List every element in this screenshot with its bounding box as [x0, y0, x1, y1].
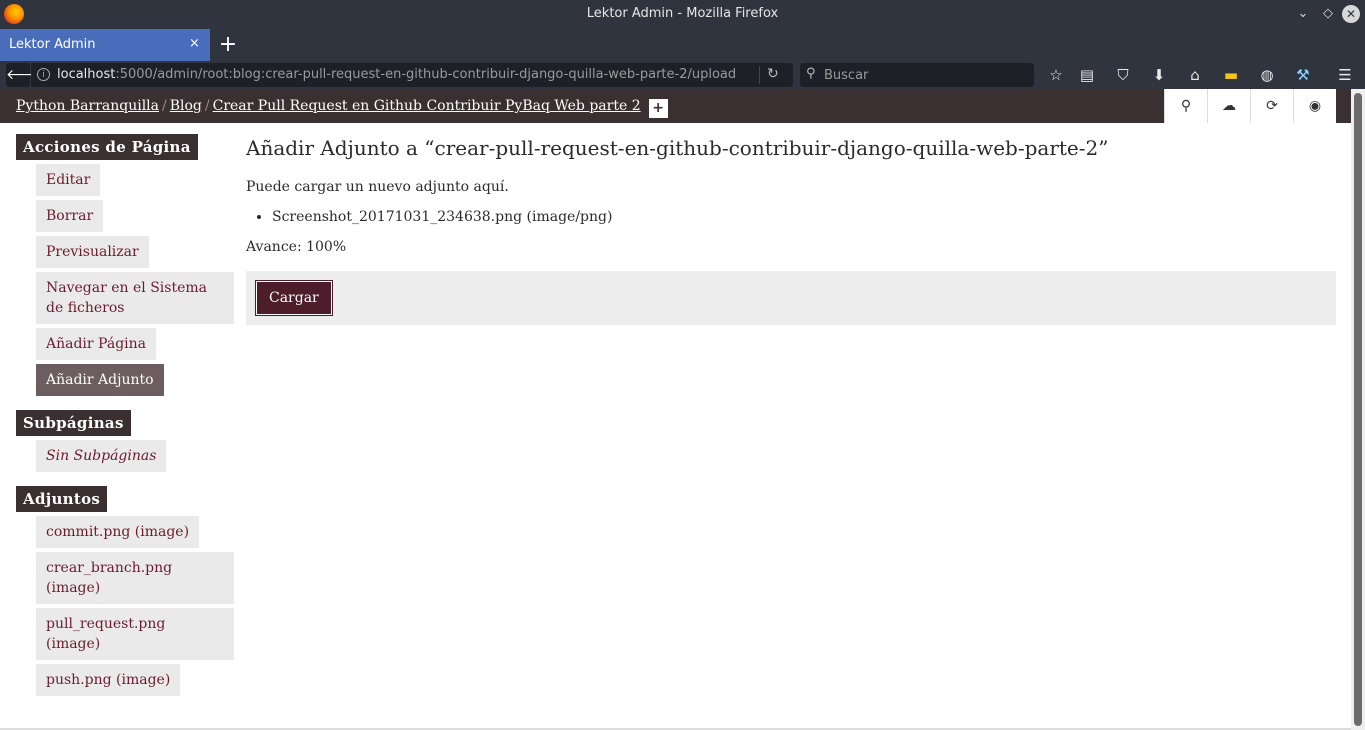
page-actions-list: Editar Borrar Previsualizar Navegar en e… [36, 164, 236, 396]
lektor-header: Python Barranquilla / Blog / Crear Pull Requ… [0, 89, 1351, 123]
pocket-icon[interactable]: ⛉ [1112, 65, 1134, 85]
search-input[interactable] [824, 66, 1024, 84]
search-icon: ⚲ [1180, 98, 1192, 114]
tools-icon[interactable]: ⚒ [1292, 65, 1314, 85]
section-title-subpages: Subpáginas [16, 410, 131, 436]
attachment-item[interactable]: crear_branch.png (image) [36, 552, 234, 604]
section-title-attachments: Adjuntos [16, 486, 108, 512]
subpages-section: Subpáginas Sin Subpáginas [16, 410, 236, 472]
search-button[interactable]: ⚲ [1164, 89, 1207, 123]
url-separator [759, 66, 760, 84]
window-titlebar: Lektor Admin - Mozilla Firefox ⌄ ◇ ✕ [0, 0, 1365, 29]
breadcrumb-separator: / [204, 98, 210, 114]
section-title-page-actions: Acciones de Página [16, 134, 198, 160]
download-icon[interactable]: ⬇ [1148, 65, 1170, 85]
breadcrumb-item-home[interactable]: Python Barranquilla [16, 98, 159, 114]
main-content: Añadir Adjunto a “crear-pull-request-en-… [246, 134, 1336, 325]
attachments-section: Adjuntos commit.png (image) crear_branch… [16, 486, 236, 696]
tab-strip: Lektor Admin × + [0, 29, 1365, 61]
cloud-upload-icon: ☁ [1222, 98, 1236, 114]
page-actions-section: Acciones de Página Editar Borrar Previsu… [16, 134, 236, 396]
breadcrumb-separator: / [162, 98, 167, 114]
attachment-item[interactable]: pull_request.png (image) [36, 608, 234, 660]
maximize-icon[interactable]: ◇ [1319, 5, 1337, 23]
close-window-icon[interactable]: ✕ [1342, 5, 1360, 23]
info-icon[interactable]: i [37, 68, 50, 81]
scrollbar-thumb[interactable] [1354, 93, 1362, 726]
upload-description: Puede cargar un nuevo adjunto aquí. [246, 179, 509, 195]
sidebar-item-delete[interactable]: Borrar [36, 200, 104, 232]
refresh-icon: ⟳ [1266, 98, 1278, 114]
url-text[interactable]: localhost:5000/admin/root:blog:crear-pul… [57, 67, 736, 82]
subpages-empty: Sin Subpáginas [36, 440, 167, 472]
breadcrumb: Python Barranquilla / Blog / Crear Pull Requ… [16, 98, 668, 118]
search-icon: ⚲ [806, 66, 816, 81]
breadcrumb-item-post[interactable]: Crear Pull Request en Github Contribuir … [213, 98, 641, 114]
refresh-button[interactable]: ⟳ [1250, 89, 1293, 123]
publish-button[interactable]: ☁ [1207, 89, 1250, 123]
tab-label: Lektor Admin [9, 37, 96, 52]
back-arrow-icon[interactable]: 🡐 [6, 63, 44, 87]
navigation-toolbar: 🡐 i localhost:5000/admin/root:blog:crear… [0, 61, 1365, 89]
page-scrollbar[interactable] [1351, 89, 1365, 730]
upload-progress: Avance: 100% [246, 239, 347, 255]
menu-icon[interactable]: ☰ [1334, 65, 1356, 85]
add-page-button[interactable]: + [648, 99, 668, 118]
sidebar-item-browse-fs[interactable]: Navegar en el Sistema de ficheros [36, 272, 234, 324]
upload-file-list: Screenshot_20171031_234638.png (image/pn… [272, 209, 1336, 225]
url-bar[interactable]: i localhost:5000/admin/root:blog:crear-p… [31, 63, 793, 87]
upload-file-item: Screenshot_20171031_234638.png (image/pn… [272, 209, 1336, 225]
reload-icon[interactable]: ↻ [767, 66, 779, 82]
tab-close-icon[interactable]: × [189, 36, 200, 51]
eye-icon: ◉ [1308, 98, 1322, 114]
window-title: Lektor Admin - Mozilla Firefox [586, 6, 779, 21]
tab-lektor-admin[interactable]: Lektor Admin × [0, 29, 210, 61]
bookmark-star-icon[interactable]: ☆ [1045, 65, 1067, 85]
new-tab-icon[interactable]: + [216, 31, 240, 59]
attachment-item[interactable]: commit.png (image) [36, 516, 200, 548]
page-title: Añadir Adjunto a “crear-pull-request-en-… [246, 136, 1109, 160]
preview-button[interactable]: ◉ [1293, 89, 1336, 123]
actions-bar: Cargar [246, 271, 1336, 325]
attachments-list: commit.png (image) crear_branch.png (ima… [36, 516, 236, 696]
sidebar-item-preview[interactable]: Previsualizar [36, 236, 149, 268]
subpages-list: Sin Subpáginas [36, 440, 236, 472]
globe-icon[interactable]: ◍ [1256, 65, 1278, 85]
search-bar[interactable]: ⚲ [800, 63, 1034, 87]
attachment-item[interactable]: push.png (image) [36, 664, 181, 696]
sidebar-item-add-page[interactable]: Añadir Página [36, 328, 156, 360]
breadcrumb-item-blog[interactable]: Blog [170, 98, 202, 114]
sidebar-item-edit[interactable]: Editar [36, 164, 101, 196]
ruler-icon[interactable]: ▬ [1220, 65, 1242, 85]
home-icon[interactable]: ⌂ [1184, 65, 1206, 85]
reading-list-icon[interactable]: ▤ [1076, 65, 1098, 85]
sidebar: Acciones de Página Editar Borrar Previsu… [16, 134, 236, 710]
sidebar-item-add-attachment[interactable]: Añadir Adjunto [36, 364, 164, 396]
upload-button[interactable]: Cargar [255, 280, 333, 316]
minimize-icon[interactable]: ⌄ [1294, 5, 1312, 23]
